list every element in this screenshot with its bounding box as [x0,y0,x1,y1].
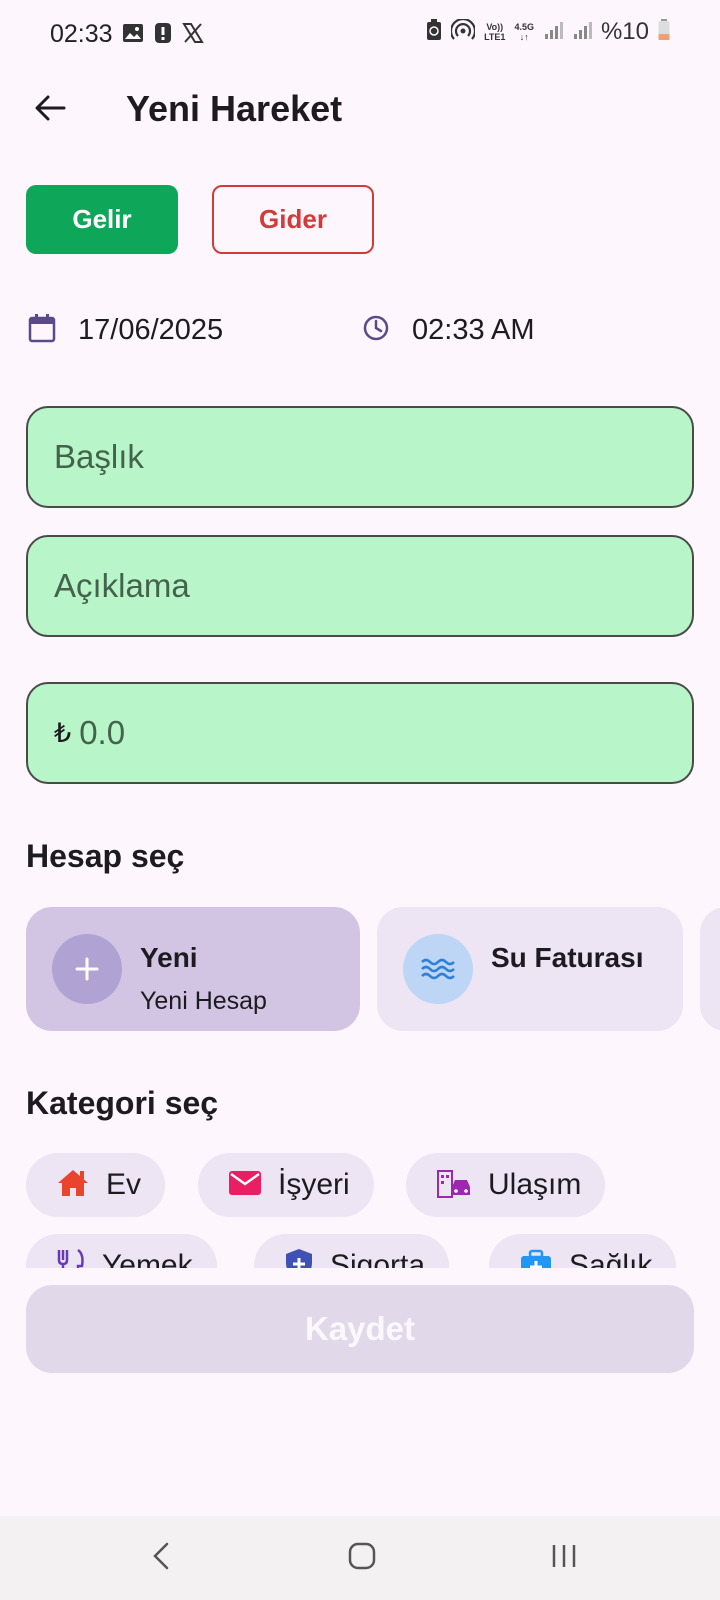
category-chip-sigorta[interactable]: Sigorta [254,1234,450,1268]
nav-back-button[interactable] [136,1538,186,1578]
gallery-icon [122,22,144,49]
category-chip-isyeri[interactable]: İşyeri [198,1153,374,1217]
title-placeholder: Başlık [54,438,144,475]
expense-button[interactable]: Gider [212,185,374,254]
nav-recents-button[interactable] [539,1538,589,1578]
status-bar: 02:33 Vo)) LTE1 4.5G ↓↑ %10 [0,0,720,70]
back-button[interactable] [28,90,72,130]
category-chip-saglik[interactable]: Sağlık [489,1234,677,1268]
categories-list[interactable]: Ev İşyeri Ulaşım Yemek Sigorta Sağlık [0,1150,720,1268]
accounts-section-title: Hesap seç [26,838,185,874]
time-picker[interactable]: 02:33 AM [362,305,535,355]
date-value: 17/06/2025 [78,313,224,346]
nav-back-icon [151,1541,171,1576]
mail-icon [228,1169,262,1202]
account-name: Su Faturası [491,942,644,973]
currency-symbol: ₺ [54,717,72,748]
system-nav-bar [0,1516,720,1600]
accounts-list[interactable]: Yeni Yeni Hesap Su Faturası [26,907,720,1031]
categories-section-title: Kategori seç [26,1085,219,1121]
category-chip-yemek[interactable]: Yemek [26,1234,217,1268]
page-title: Yeni Hareket [126,88,343,129]
time-value: 02:33 AM [412,313,535,346]
home-icon [56,1168,90,1203]
battery-saver-icon [426,18,442,46]
hotspot-icon [450,17,477,46]
account-card-new[interactable]: Yeni Yeni Hesap [26,907,360,1031]
volte-indicator: Vo)) LTE1 [484,22,506,42]
water-icon [403,934,473,1004]
clock-icon [362,314,390,347]
account-name: Yeni [140,942,198,973]
nav-recents-icon [549,1541,579,1576]
description-field[interactable]: Açıklama [26,535,694,637]
arrow-left-icon [34,94,66,127]
category-label: Sağlık [569,1249,653,1268]
status-time: 02:33 [50,20,113,48]
medical-bag-icon [519,1248,553,1268]
amount-field[interactable]: ₺ 0.0 [26,682,694,784]
battery-icon [658,18,670,46]
title-field[interactable]: Başlık [26,406,694,508]
calendar-icon [28,313,56,348]
signal-icon-2 [572,20,592,45]
category-chip-ulasim[interactable]: Ulaşım [406,1153,606,1217]
category-chip-ev[interactable]: Ev [26,1153,166,1217]
save-button[interactable]: Kaydet [26,1285,694,1373]
plus-icon [52,934,122,1004]
nav-home-icon [347,1541,377,1576]
shield-plus-icon [284,1247,314,1268]
description-placeholder: Açıklama [54,567,190,604]
income-button[interactable]: Gelir [26,185,178,254]
category-label: Yemek [102,1249,193,1268]
category-label: Ev [106,1168,142,1201]
account-subtitle: Yeni Hesap [140,987,267,1015]
restaurant-icon [56,1248,86,1268]
signal-icon [543,20,563,45]
city-transport-icon [436,1167,472,1204]
app-bar: Yeni Hareket [0,80,720,140]
alert-icon [154,22,172,49]
account-card-partial[interactable] [700,907,720,1031]
battery-percent: %10 [600,18,649,45]
category-label: Ulaşım [488,1168,582,1201]
x-icon [182,22,204,49]
amount-placeholder: 0.0 [79,714,126,751]
category-label: Sigorta [330,1249,426,1268]
date-picker[interactable]: 17/06/2025 [28,305,223,355]
network-type: 4.5G ↓↑ [514,22,534,42]
category-label: İşyeri [278,1168,350,1201]
account-card-water[interactable]: Su Faturası [377,907,683,1031]
nav-home-button[interactable] [337,1538,387,1578]
